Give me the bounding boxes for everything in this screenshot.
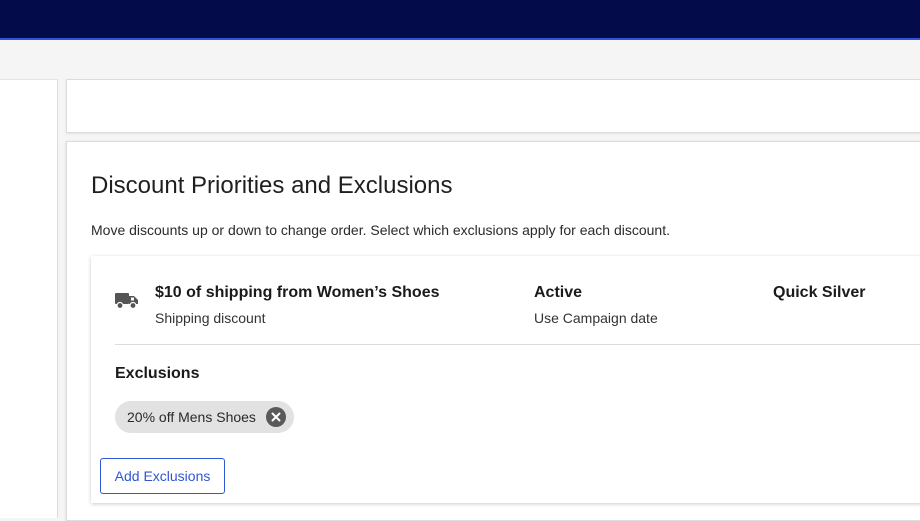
left-side-panel (0, 79, 58, 518)
exclusion-chip-label: 20% off Mens Shoes (127, 409, 256, 425)
discount-item-card: $10 of shipping from Women’s Shoes Shipp… (91, 256, 920, 503)
add-exclusions-button[interactable]: Add Exclusions (100, 458, 225, 494)
top-navigation-bar (0, 0, 920, 40)
discount-type: Shipping discount (155, 310, 266, 326)
page-description: Move discounts up or down to change orde… (91, 222, 670, 238)
discount-priorities-card: Discount Priorities and Exclusions Move … (66, 141, 920, 521)
divider (115, 344, 920, 345)
truck-icon (115, 290, 139, 310)
exclusion-chip: 20% off Mens Shoes (115, 401, 294, 433)
top-card (66, 79, 920, 133)
exclusions-heading: Exclusions (115, 365, 200, 382)
page-title: Discount Priorities and Exclusions (91, 172, 453, 199)
discount-date: Use Campaign date (534, 310, 658, 326)
campaign-name: Quick Silver (773, 284, 866, 301)
close-circle-icon[interactable] (265, 407, 286, 427)
discount-status: Active (534, 284, 583, 301)
discount-name: $10 of shipping from Women’s Shoes (155, 284, 440, 301)
